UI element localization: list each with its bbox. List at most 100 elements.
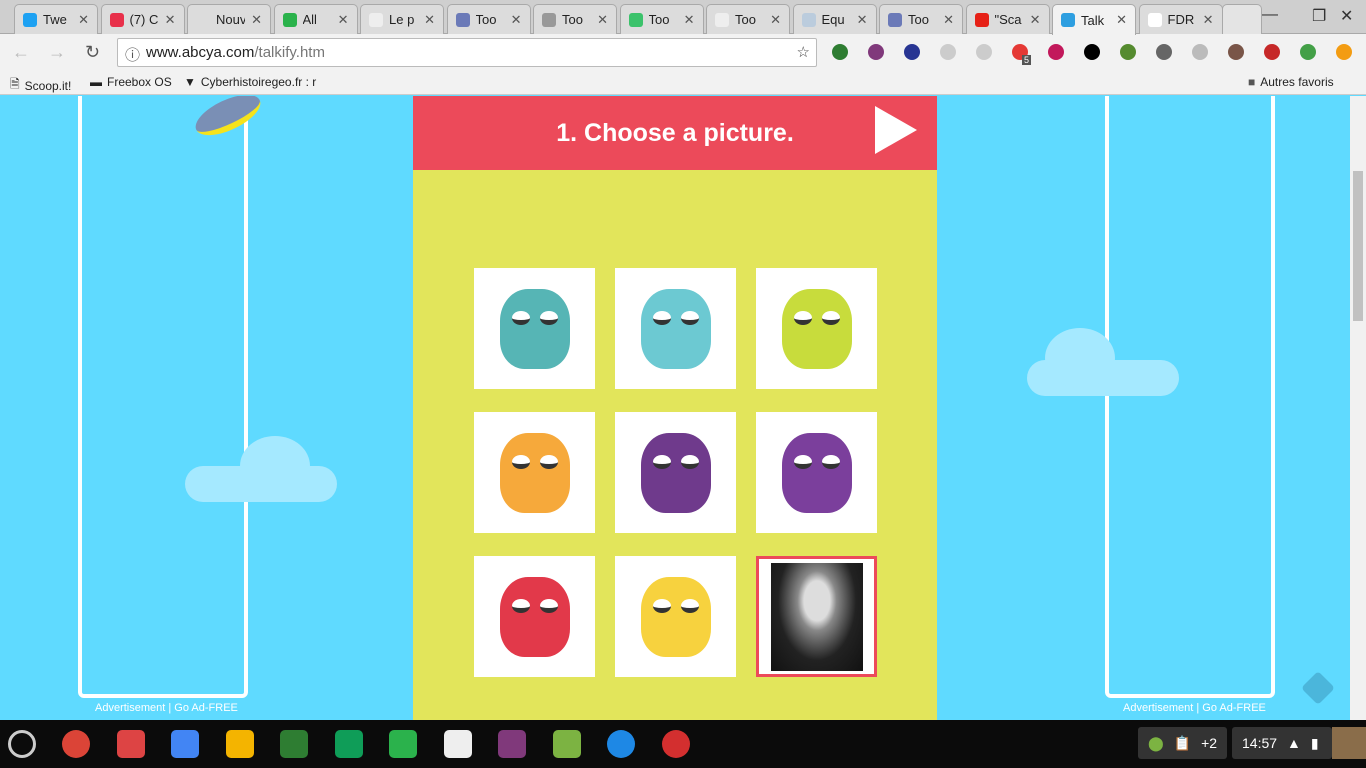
tab[interactable]: Too ✕ bbox=[619, 4, 704, 34]
tab[interactable]: Too ✕ bbox=[706, 4, 790, 34]
tab-close-icon[interactable]: ✕ bbox=[597, 12, 608, 28]
app-play-store-icon[interactable] bbox=[443, 730, 472, 758]
tab-close-icon[interactable]: ✕ bbox=[943, 12, 954, 28]
avatar[interactable] bbox=[1332, 727, 1366, 759]
extension-badge: 5 bbox=[1022, 55, 1032, 65]
extension-icon[interactable] bbox=[1084, 44, 1100, 60]
bookmark-scoopit[interactable]: 🗎 Scoop.it! bbox=[10, 75, 71, 96]
picture-cyan-spiky-monster[interactable] bbox=[615, 268, 736, 389]
scrollbar-thumb[interactable] bbox=[1353, 171, 1363, 321]
picture-teal-three-eyed-monster[interactable] bbox=[474, 268, 595, 389]
tab-close-icon[interactable]: ✕ bbox=[338, 12, 349, 28]
app-onenote-icon[interactable] bbox=[498, 730, 526, 758]
tab[interactable]: Le p ✕ bbox=[360, 4, 444, 34]
step-title: 1. Choose a picture. bbox=[556, 118, 794, 147]
tab[interactable]: Too ✕ bbox=[446, 4, 531, 34]
tab-close-icon[interactable]: ✕ bbox=[1030, 12, 1041, 28]
feedly-icon[interactable] bbox=[1301, 671, 1335, 705]
reload-button[interactable]: ↻ bbox=[85, 42, 100, 63]
extension-icon[interactable] bbox=[868, 44, 884, 60]
page-icon: 🗎 bbox=[10, 77, 20, 91]
tab[interactable]: Talk ✕ bbox=[1052, 4, 1136, 35]
extension-icon[interactable] bbox=[1048, 44, 1064, 60]
info-icon[interactable]: ⓘ bbox=[125, 44, 140, 65]
tab[interactable]: All ✕ bbox=[273, 4, 358, 34]
address-bar[interactable]: ⓘ www.abcya.com/talkify.htm ☆ bbox=[117, 38, 817, 67]
forward-button[interactable]: → bbox=[48, 42, 66, 63]
tab-title: Equ bbox=[821, 12, 845, 27]
go-ad-free-link[interactable]: Go Ad-FREE bbox=[174, 702, 238, 714]
tab[interactable]: Too ✕ bbox=[879, 4, 963, 34]
extension-icon[interactable] bbox=[1228, 44, 1244, 60]
extension-icon[interactable] bbox=[1120, 44, 1136, 60]
ad-links-right: Advertisement | Go Ad-FREE bbox=[1123, 702, 1266, 714]
other-bookmarks[interactable]: ■ Autres favoris bbox=[1248, 75, 1334, 89]
app-files-icon[interactable] bbox=[607, 730, 635, 758]
extension-icon[interactable] bbox=[940, 44, 956, 60]
advertisement-link[interactable]: Advertisement bbox=[95, 702, 165, 714]
tab[interactable]: Equ ✕ bbox=[792, 4, 877, 34]
picture-fdr-portrait[interactable] bbox=[756, 556, 877, 677]
tab-close-icon[interactable]: ✕ bbox=[251, 12, 262, 28]
back-button[interactable]: ← bbox=[12, 42, 30, 63]
picture-purple-three-eyed-monster[interactable] bbox=[615, 412, 736, 533]
extension-icon[interactable] bbox=[1336, 44, 1352, 60]
app-gmail-icon[interactable] bbox=[116, 730, 145, 758]
tab[interactable]: (7) C ✕ bbox=[100, 4, 185, 34]
extension-icon[interactable] bbox=[1192, 44, 1208, 60]
monster-image bbox=[499, 576, 570, 657]
extension-icon[interactable] bbox=[1156, 44, 1172, 60]
tab-close-icon[interactable]: ✕ bbox=[511, 12, 522, 28]
next-play-button[interactable] bbox=[875, 106, 917, 154]
launcher-button[interactable] bbox=[8, 730, 36, 758]
advertisement-link[interactable]: Advertisement bbox=[1123, 702, 1193, 714]
picture-yellow-pineapple-monster[interactable] bbox=[615, 556, 736, 677]
go-ad-free-link[interactable]: Go Ad-FREE bbox=[1202, 702, 1266, 714]
extension-icon[interactable] bbox=[976, 44, 992, 60]
app-drive-icon[interactable] bbox=[334, 730, 363, 758]
picture-orange-spotted-monster[interactable] bbox=[474, 412, 595, 533]
app-slides-icon[interactable] bbox=[225, 730, 254, 758]
app-turtle-icon[interactable] bbox=[552, 730, 581, 758]
picture-purple-horned-monster[interactable] bbox=[756, 412, 877, 533]
tab[interactable]: "Sca ✕ bbox=[965, 4, 1050, 34]
tab-close-icon[interactable]: ✕ bbox=[424, 12, 435, 28]
monster-image bbox=[781, 288, 852, 369]
tab-close-icon[interactable]: ✕ bbox=[165, 12, 176, 28]
app-photos-icon[interactable] bbox=[661, 730, 690, 758]
extension-icon[interactable] bbox=[1264, 44, 1280, 60]
tab[interactable]: Too ✕ bbox=[533, 4, 617, 34]
app-app-icon[interactable] bbox=[280, 730, 308, 758]
extension-icon[interactable] bbox=[1300, 44, 1316, 60]
app-docs-icon[interactable] bbox=[171, 730, 199, 758]
clipboard-icon: 📋 bbox=[1173, 734, 1192, 751]
tab[interactable]: Nouvel o ✕ bbox=[187, 4, 271, 34]
bookmark-freebox[interactable]: ▬ Freebox OS bbox=[90, 75, 172, 89]
tab-close-icon[interactable]: ✕ bbox=[857, 12, 868, 28]
picture-lime-antenna-monster[interactable] bbox=[756, 268, 877, 389]
tab[interactable]: Twe ✕ bbox=[14, 4, 98, 34]
minimize-button[interactable]: — bbox=[1262, 6, 1278, 24]
status-tray[interactable]: 14:57 ▲ ▮ bbox=[1232, 727, 1332, 759]
picture-red-devil-monster[interactable] bbox=[474, 556, 595, 677]
close-window-button[interactable]: ✕ bbox=[1340, 6, 1353, 26]
new-tab-button[interactable] bbox=[1222, 4, 1262, 34]
tab-close-icon[interactable]: ✕ bbox=[78, 12, 89, 28]
tab-close-icon[interactable]: ✕ bbox=[770, 12, 781, 28]
extension-icon[interactable] bbox=[904, 44, 920, 60]
notification-tray[interactable]: ⬤ 📋 +2 bbox=[1138, 727, 1228, 759]
maximize-button[interactable]: ❐ bbox=[1312, 6, 1326, 26]
app-feedly-icon[interactable] bbox=[389, 730, 417, 758]
tab-close-icon[interactable]: ✕ bbox=[1116, 12, 1127, 28]
extension-icon[interactable] bbox=[832, 44, 848, 60]
tab-close-icon[interactable]: ✕ bbox=[684, 12, 695, 28]
tab-close-icon[interactable]: ✕ bbox=[1203, 12, 1214, 28]
turtle-icon: ⬤ bbox=[1148, 734, 1164, 751]
scrollbar[interactable] bbox=[1350, 96, 1366, 720]
bookmark-cyberhistoiregeo[interactable]: ▼ Cyberhistoiregeo.fr : r bbox=[184, 75, 316, 89]
monster-image bbox=[640, 432, 711, 513]
app-chrome-icon[interactable] bbox=[62, 730, 90, 758]
tab-favicon-icon bbox=[974, 12, 989, 27]
bookmark-star-icon[interactable]: ☆ bbox=[797, 43, 810, 61]
tab[interactable]: FDR ✕ bbox=[1138, 4, 1223, 34]
